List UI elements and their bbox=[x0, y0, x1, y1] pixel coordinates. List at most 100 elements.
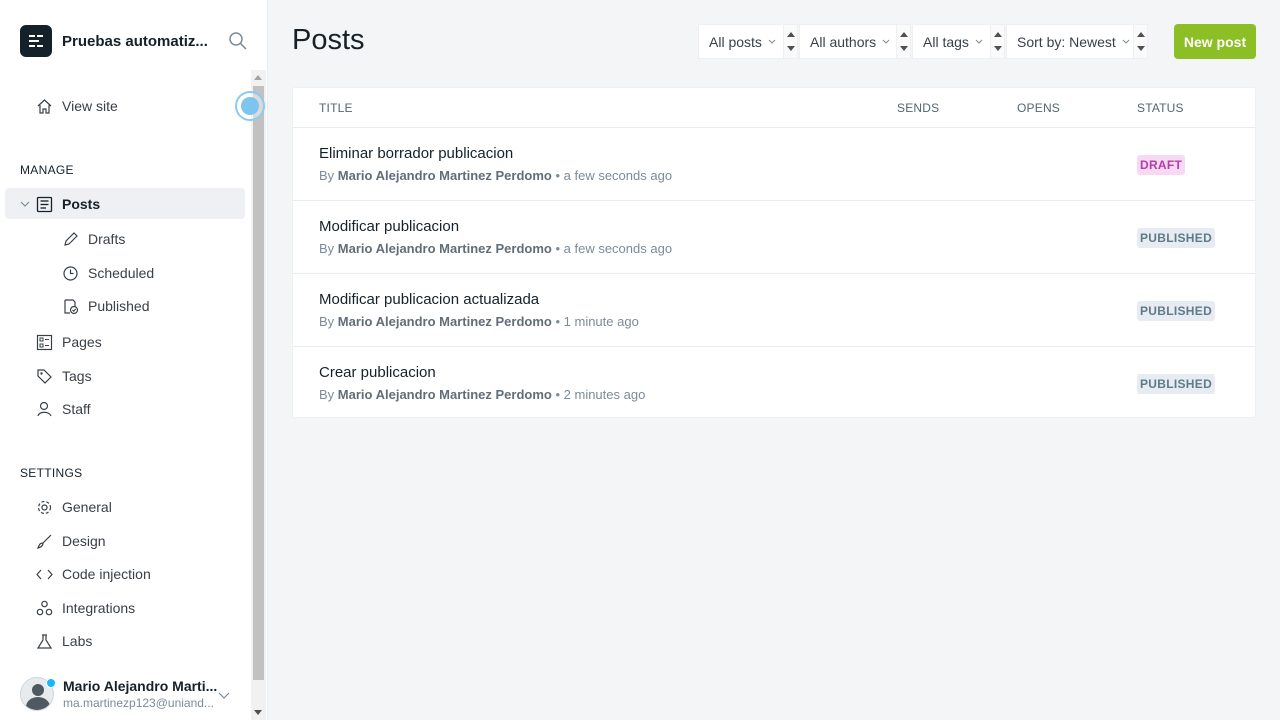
table-header: TITLE SENDS OPENS STATUS bbox=[293, 88, 1255, 128]
column-sends: SENDS bbox=[897, 101, 940, 115]
sidebar-item-published[interactable]: Published bbox=[62, 291, 150, 321]
sidebar-item-label: Posts bbox=[62, 196, 101, 212]
sidebar-item-pages[interactable]: Pages bbox=[36, 327, 102, 357]
post-author: Mario Alejandro Martinez Perdomo bbox=[337, 168, 552, 183]
posts-table: TITLE SENDS OPENS STATUS Eliminar borrad… bbox=[292, 87, 1256, 418]
post-time: • 2 minutes ago bbox=[555, 387, 646, 402]
posts-icon bbox=[36, 196, 53, 212]
post-title: Modificar publicacion actualizada bbox=[319, 291, 540, 308]
column-opens: OPENS bbox=[1017, 101, 1061, 115]
sidebar-item-staff[interactable]: Staff bbox=[36, 394, 91, 424]
post-title: Eliminar borrador publicacion bbox=[319, 145, 514, 162]
pencil-icon bbox=[64, 231, 78, 246]
status-badge: PUBLISHED bbox=[1137, 374, 1216, 394]
chevron-down-icon bbox=[1122, 39, 1130, 44]
status-badge: DRAFT bbox=[1137, 155, 1186, 175]
new-post-button[interactable]: New post bbox=[1174, 24, 1256, 59]
stepper[interactable] bbox=[1133, 25, 1147, 58]
user-name: Mario Alejandro Marti... bbox=[63, 678, 218, 694]
sidebar-item-code-injection[interactable]: Code injection bbox=[36, 559, 151, 589]
chevron-down-icon bbox=[768, 39, 776, 44]
sidebar-item-general[interactable]: General bbox=[36, 492, 112, 522]
post-by: By bbox=[319, 241, 338, 256]
cursor-indicator bbox=[235, 91, 265, 121]
manage-section-title: MANAGE bbox=[20, 163, 74, 177]
sidebar: Pruebas automatiz... View site MANAGE Po… bbox=[0, 0, 268, 720]
filter-label: All tags bbox=[923, 33, 969, 50]
sidebar-item-design[interactable]: Design bbox=[36, 526, 106, 556]
filter-tag[interactable]: All tags bbox=[912, 24, 1005, 59]
search-icon[interactable] bbox=[228, 31, 248, 51]
gear-icon bbox=[37, 500, 52, 514]
chevron-down-icon[interactable] bbox=[20, 199, 30, 209]
scroll-thumb[interactable] bbox=[253, 86, 264, 680]
sidebar-item-labs[interactable]: Labs bbox=[36, 626, 92, 656]
post-time: • a few seconds ago bbox=[555, 168, 673, 183]
post-meta: By Mario Alejandro Martinez Perdomo • 2 … bbox=[319, 387, 645, 402]
sidebar-item-label: Design bbox=[62, 533, 106, 549]
table-row[interactable]: Modificar publicacion By Mario Alejandro… bbox=[293, 201, 1255, 274]
filter-post-type[interactable]: All posts bbox=[698, 24, 798, 59]
staff-icon bbox=[37, 401, 52, 416]
brand-logo-icon bbox=[20, 25, 52, 57]
filter-author[interactable]: All authors bbox=[799, 24, 911, 59]
status-badge: PUBLISHED bbox=[1137, 301, 1216, 321]
scroll-down-arrow[interactable] bbox=[254, 710, 262, 715]
post-by: By bbox=[319, 314, 338, 329]
sidebar-item-label: Drafts bbox=[88, 231, 126, 247]
tag-icon bbox=[37, 368, 52, 384]
post-title: Crear publicacion bbox=[319, 364, 436, 381]
post-meta: By Mario Alejandro Martinez Perdomo • a … bbox=[319, 168, 672, 183]
sidebar-item-label: Pages bbox=[62, 334, 102, 350]
table-row[interactable]: Crear publicacion By Mario Alejandro Mar… bbox=[293, 347, 1255, 420]
post-author: Mario Alejandro Martinez Perdomo bbox=[337, 314, 552, 329]
brand[interactable]: Pruebas automatiz... bbox=[20, 25, 214, 57]
filter-label: All authors bbox=[810, 33, 877, 50]
stepper[interactable] bbox=[783, 25, 797, 58]
integrations-icon bbox=[36, 600, 53, 615]
filter-sort[interactable]: Sort by: Newest bbox=[1006, 24, 1148, 59]
scroll-up-arrow[interactable] bbox=[254, 75, 262, 80]
sidebar-item-posts[interactable]: Posts bbox=[20, 189, 100, 219]
clock-icon bbox=[63, 265, 78, 281]
sidebar-item-view-site[interactable]: View site bbox=[36, 91, 118, 121]
sidebar-item-label: View site bbox=[62, 98, 118, 114]
home-icon bbox=[37, 98, 52, 114]
post-meta: By Mario Alejandro Martinez Perdomo • 1 … bbox=[319, 314, 639, 329]
sidebar-item-label: Published bbox=[88, 298, 150, 314]
notification-dot bbox=[46, 678, 56, 688]
sidebar-item-label: Code injection bbox=[62, 566, 151, 582]
column-title: TITLE bbox=[319, 101, 353, 115]
post-by: By bbox=[319, 387, 338, 402]
post-title: Modificar publicacion bbox=[319, 218, 460, 235]
sidebar-item-tags[interactable]: Tags bbox=[36, 361, 92, 391]
sidebar-item-label: Staff bbox=[62, 401, 91, 417]
brand-name: Pruebas automatiz... bbox=[62, 32, 208, 50]
sidebar-item-label: Integrations bbox=[62, 600, 136, 616]
sidebar-item-label: Tags bbox=[62, 368, 92, 384]
filter-label: All posts bbox=[709, 33, 762, 50]
sidebar-item-label: Labs bbox=[62, 633, 93, 649]
code-icon bbox=[36, 569, 53, 579]
stepper[interactable] bbox=[990, 25, 1004, 58]
table-row[interactable]: Modificar publicacion actualizada By Mar… bbox=[293, 274, 1255, 347]
post-meta: By Mario Alejandro Martinez Perdomo • a … bbox=[319, 241, 672, 256]
chevron-down-icon[interactable] bbox=[218, 690, 230, 700]
post-author: Mario Alejandro Martinez Perdomo bbox=[337, 241, 552, 256]
sidebar-item-integrations[interactable]: Integrations bbox=[36, 593, 135, 623]
user-email: ma.martinezp123@uniand... bbox=[63, 696, 214, 710]
column-status: STATUS bbox=[1137, 101, 1184, 115]
sidebar-item-label: Scheduled bbox=[88, 265, 155, 281]
stepper[interactable] bbox=[896, 25, 910, 58]
post-time: • 1 minute ago bbox=[555, 314, 639, 329]
sidebar-item-scheduled[interactable]: Scheduled bbox=[62, 258, 154, 288]
sidebar-item-drafts[interactable]: Drafts bbox=[62, 224, 125, 254]
post-author: Mario Alejandro Martinez Perdomo bbox=[337, 387, 552, 402]
sidebar-scrollbar[interactable] bbox=[251, 70, 266, 720]
status-badge: PUBLISHED bbox=[1137, 228, 1216, 248]
table-row[interactable]: Eliminar borrador publicacion By Mario A… bbox=[293, 128, 1255, 201]
post-by: By bbox=[319, 168, 338, 183]
flask-icon bbox=[36, 633, 53, 649]
published-icon bbox=[64, 298, 79, 314]
settings-section-title: SETTINGS bbox=[20, 466, 83, 480]
